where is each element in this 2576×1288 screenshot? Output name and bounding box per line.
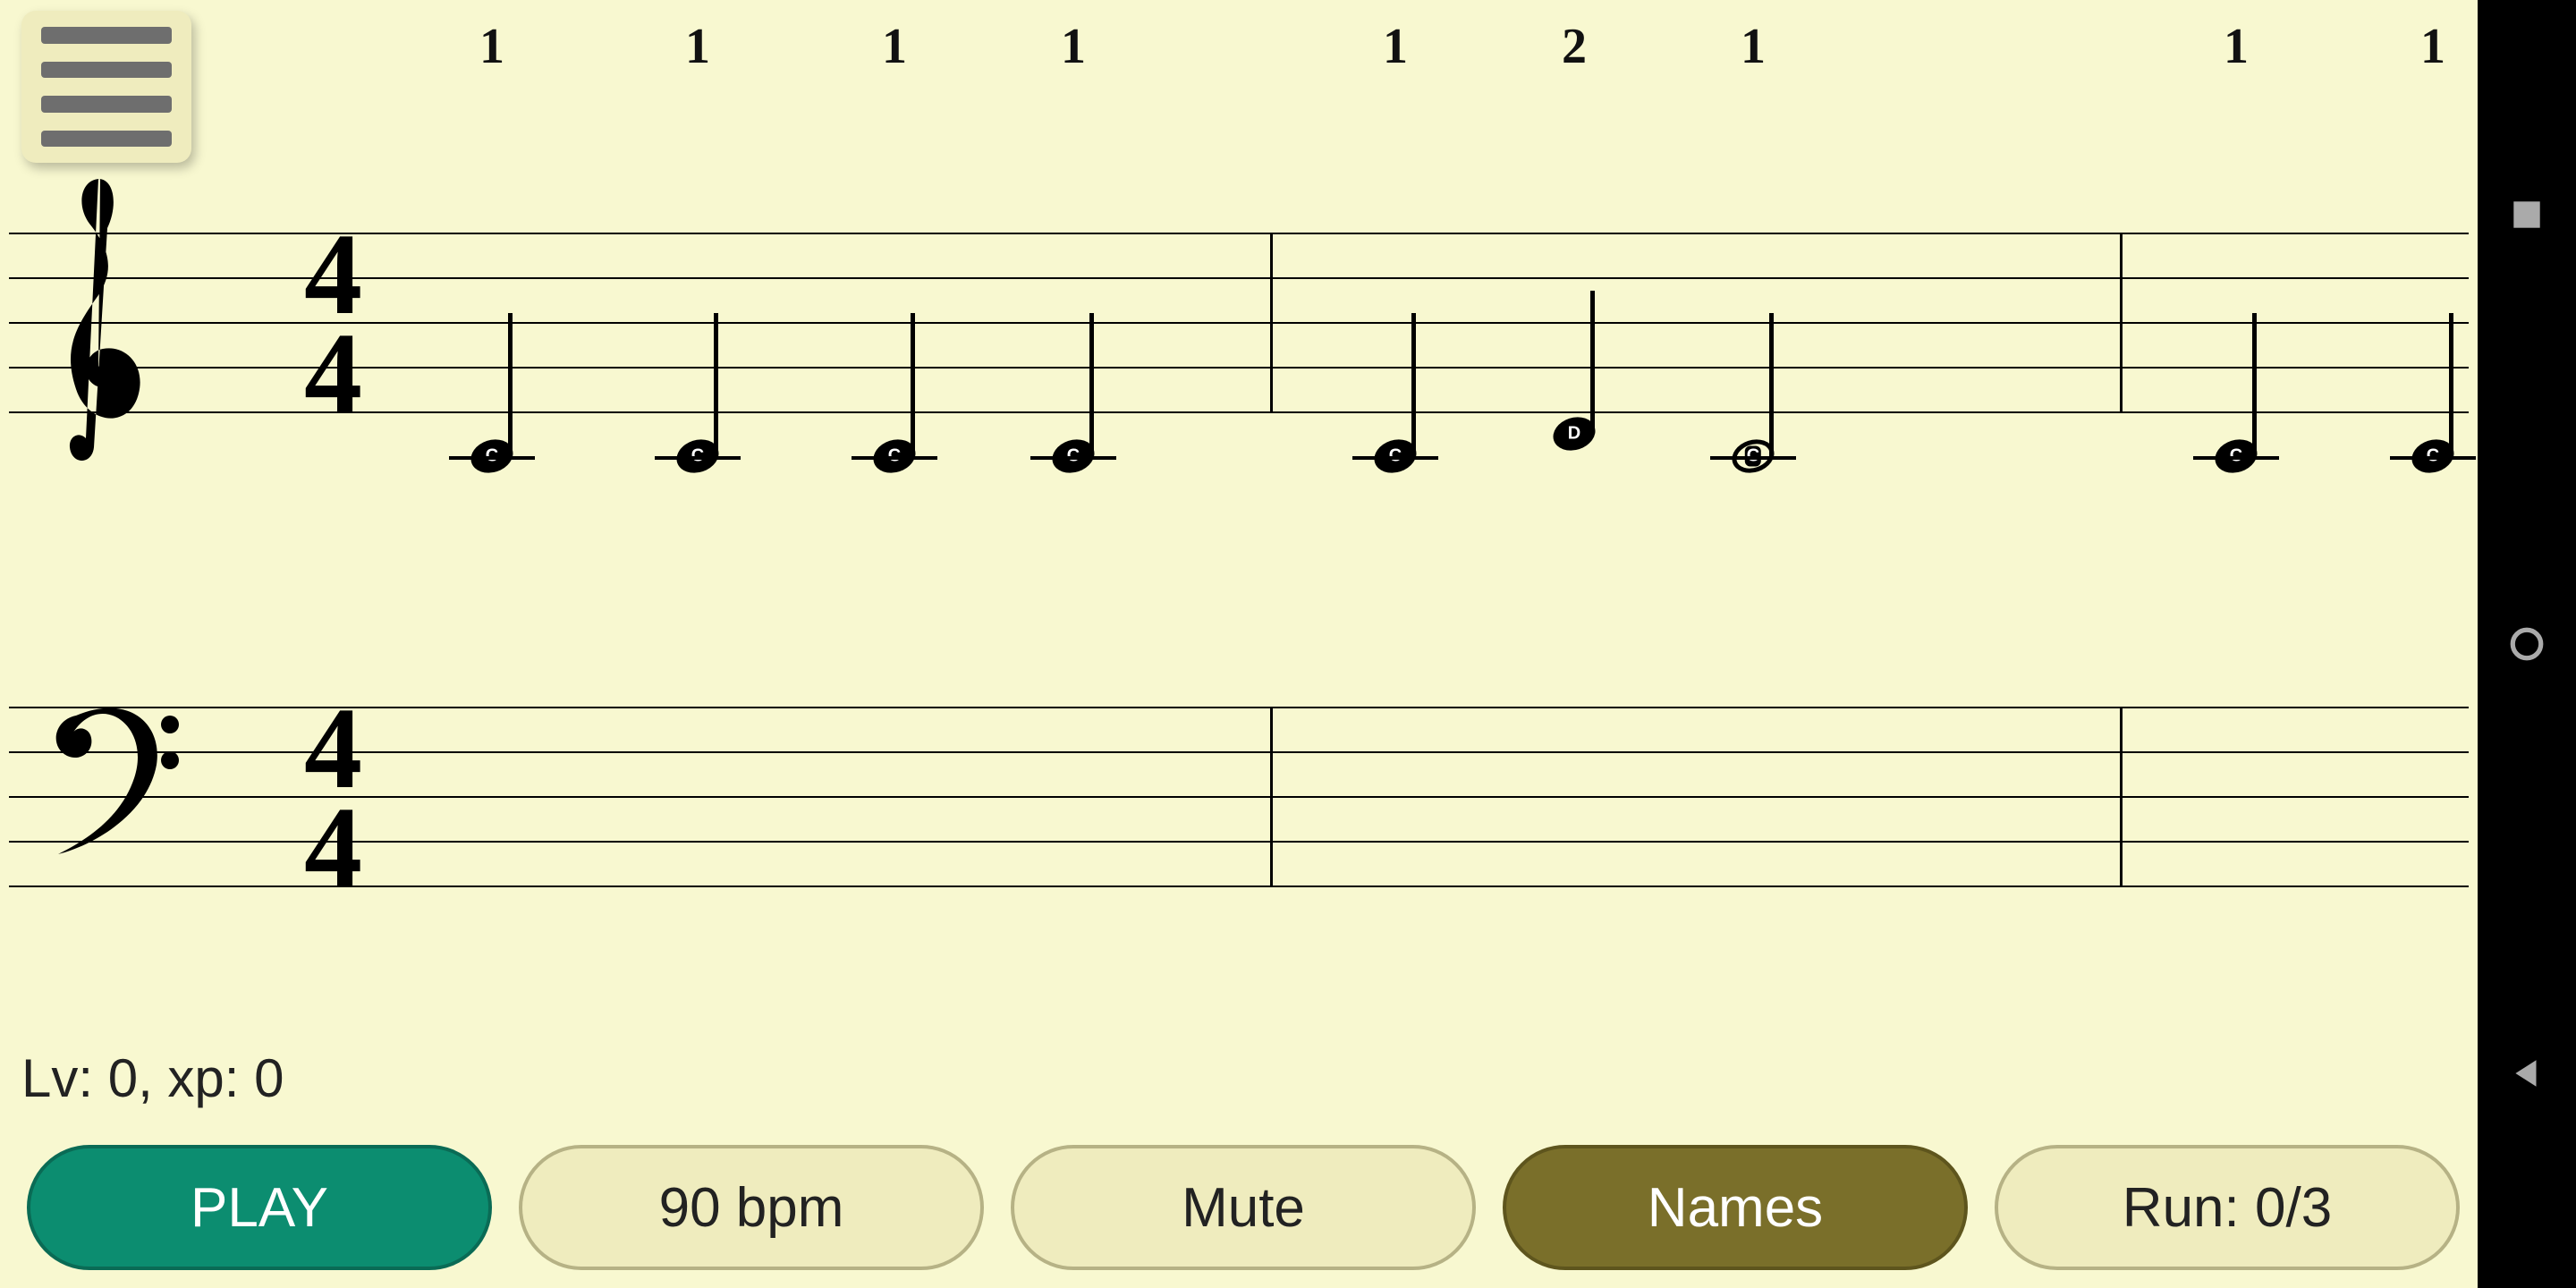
note-stem	[1411, 313, 1416, 456]
fingering-number: 1	[479, 18, 504, 75]
mute-button[interactable]: Mute	[1011, 1145, 1476, 1270]
ledger-line	[449, 456, 535, 460]
note-stem	[508, 313, 513, 456]
fingering-number: 1	[1741, 18, 1766, 75]
button-row: PLAY 90 bpm Mute Names Run: 0/3	[27, 1145, 2460, 1270]
app-root: 1 1 1 1 1 2 1 1 1 4 4	[0, 0, 2576, 1288]
note-stem	[1769, 313, 1774, 456]
note-stem	[2252, 313, 2257, 456]
bpm-button[interactable]: 90 bpm	[519, 1145, 984, 1270]
bass-clef-icon	[45, 698, 179, 859]
note-stem	[1590, 291, 1595, 434]
fingering-number: 2	[1562, 18, 1587, 75]
square-icon[interactable]	[2508, 196, 2546, 233]
barline	[1270, 707, 1273, 886]
ledger-line	[1030, 456, 1116, 460]
fingering-number: 1	[1061, 18, 1086, 75]
ledger-line	[1352, 456, 1438, 460]
treble-staff: 4 4	[9, 233, 2469, 411]
play-button[interactable]: PLAY	[27, 1145, 492, 1270]
note-stem	[911, 313, 915, 456]
status-text: Lv: 0, xp: 0	[21, 1047, 284, 1109]
note-stem	[1089, 313, 1094, 456]
ledger-line	[2193, 456, 2279, 460]
time-signature: 4 4	[304, 225, 362, 423]
fingering-number: 1	[2420, 18, 2445, 75]
fingering-number: 1	[882, 18, 907, 75]
fingering-number: 1	[1383, 18, 1408, 75]
score-area: 1 1 1 1 1 2 1 1 1 4 4	[0, 0, 2478, 984]
timesig-bottom: 4	[304, 325, 362, 424]
barline	[2120, 233, 2123, 411]
fingering-number: 1	[685, 18, 710, 75]
fingering-number: 1	[2224, 18, 2249, 75]
android-nav-bar	[2478, 0, 2576, 1288]
bass-staff: 4 4	[9, 707, 2469, 886]
time-signature-bass: 4 4	[304, 699, 362, 897]
circle-icon[interactable]	[2508, 625, 2546, 663]
ledger-line	[655, 456, 741, 460]
barline	[2120, 707, 2123, 886]
names-button[interactable]: Names	[1503, 1145, 1968, 1270]
ledger-line	[2390, 456, 2476, 460]
barline	[1270, 233, 1273, 411]
treble-clef-icon	[45, 170, 152, 465]
fingering-row: 1 1 1 1 1 2 1 1 1	[0, 18, 2478, 89]
note-letter: D	[1568, 424, 1580, 445]
ledger-line	[1710, 456, 1796, 460]
run-button[interactable]: Run: 0/3	[1995, 1145, 2460, 1270]
ledger-line	[852, 456, 937, 460]
note-stem	[714, 313, 718, 456]
note-stem	[2449, 313, 2453, 456]
triangle-icon[interactable]	[2508, 1055, 2546, 1092]
timesig-bottom: 4	[304, 799, 362, 898]
